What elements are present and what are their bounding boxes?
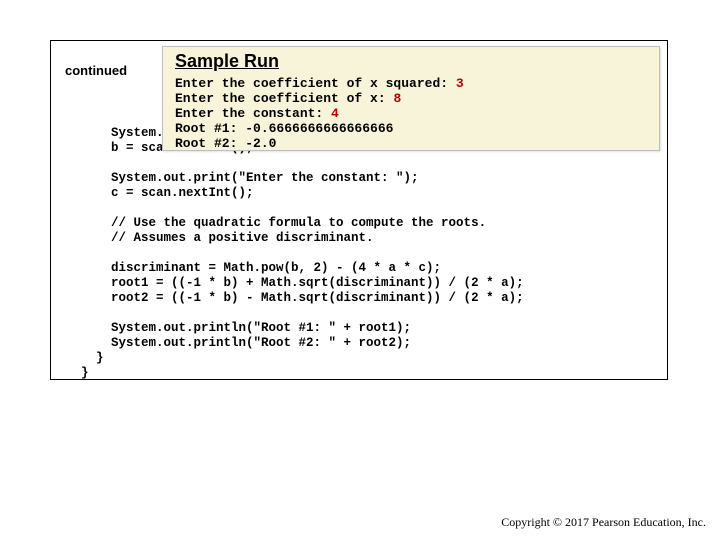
sample-run-output: Enter the coefficient of x squared: 3 En…	[175, 76, 659, 151]
code-line: }	[81, 366, 89, 380]
continued-label: continued	[65, 63, 127, 78]
sample-prompt: Enter the coefficient of x:	[175, 91, 393, 106]
sample-input: 4	[331, 106, 339, 121]
slide: continued System.out.print("Enter the co…	[0, 0, 720, 540]
code-line: // Use the quadratic formula to compute …	[81, 216, 486, 230]
sample-prompt: Enter the constant:	[175, 106, 331, 121]
sample-prompt: Root #1: -0.6666666666666666	[175, 121, 393, 136]
code-line: // Assumes a positive discriminant.	[81, 231, 374, 245]
code-line: System.out.print("Enter the constant: ")…	[81, 171, 419, 185]
sample-run-title: Sample Run	[175, 51, 659, 72]
code-listing: System.out.print("Enter the coefficient …	[81, 111, 524, 381]
code-line: }	[81, 351, 104, 365]
code-line: c = scan.nextInt();	[81, 186, 254, 200]
sample-input: 3	[456, 76, 464, 91]
code-line	[81, 306, 89, 320]
code-line: discriminant = Math.pow(b, 2) - (4 * a *…	[81, 261, 441, 275]
code-line: root1 = ((-1 * b) + Math.sqrt(discrimina…	[81, 276, 524, 290]
code-line: root2 = ((-1 * b) - Math.sqrt(discrimina…	[81, 291, 524, 305]
sample-prompt: Root #2: -2.0	[175, 136, 276, 151]
code-line	[81, 246, 89, 260]
sample-input: 8	[393, 91, 401, 106]
code-line: System.out.println("Root #1: " + root1);	[81, 321, 411, 335]
code-line	[81, 156, 89, 170]
code-line: System.out.println("Root #2: " + root2);	[81, 336, 411, 350]
copyright: Copyright © 2017 Pearson Education, Inc.	[501, 515, 706, 530]
sample-run-overlay: Sample Run Enter the coefficient of x sq…	[162, 46, 660, 151]
sample-prompt: Enter the coefficient of x squared:	[175, 76, 456, 91]
code-line	[81, 201, 89, 215]
